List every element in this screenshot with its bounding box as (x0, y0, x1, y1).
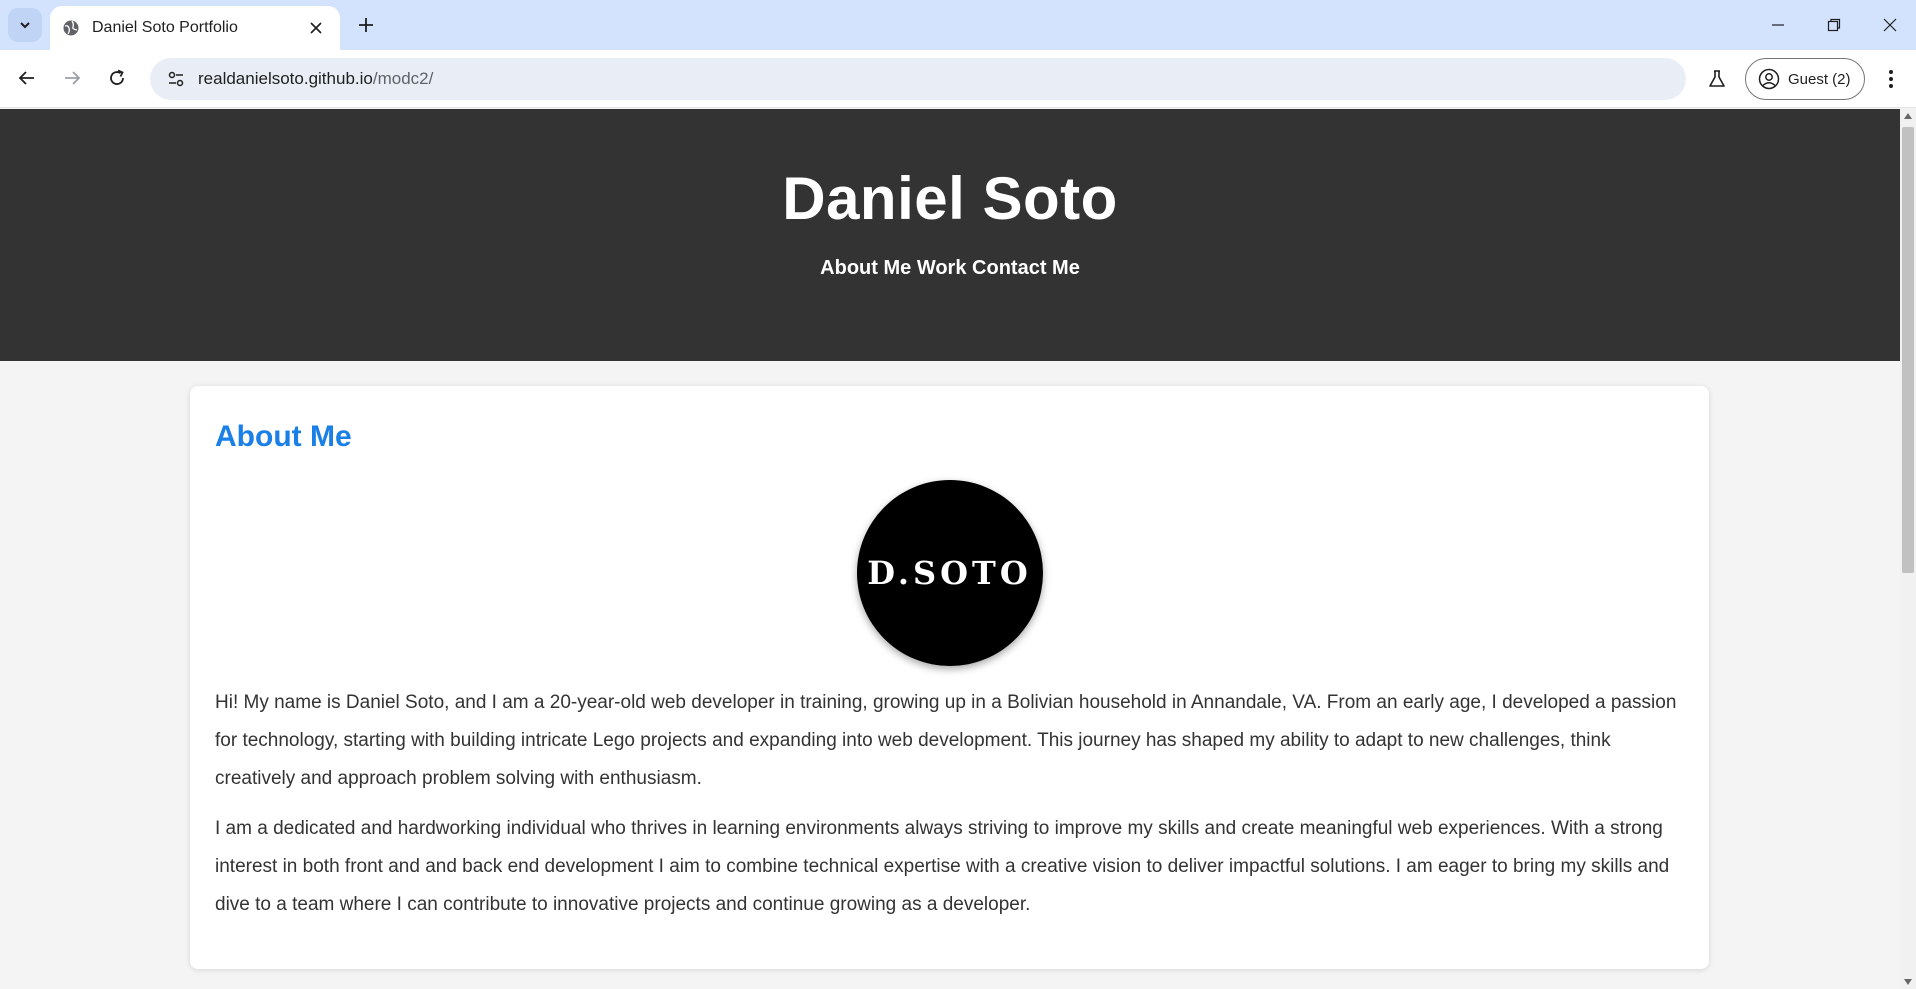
about-paragraph-2: I am a dedicated and hardworking individ… (215, 818, 1670, 915)
logo-wrapper: D.SOTO (215, 480, 1684, 666)
about-section: About Me D.SOTO Hi! My name is Daniel So… (190, 386, 1709, 969)
labs-button[interactable] (1700, 62, 1734, 96)
browser-menu-button[interactable] (1876, 62, 1906, 96)
account-icon (1758, 68, 1780, 90)
profile-label: Guest (2) (1788, 70, 1851, 88)
back-button[interactable] (10, 61, 44, 95)
tab-strip: Daniel Soto Portfolio (0, 0, 1916, 50)
site-settings-icon[interactable] (164, 67, 188, 91)
new-tab-button[interactable] (352, 11, 380, 39)
tab-search-button[interactable] (8, 8, 42, 42)
page-scrollbar[interactable] (1900, 109, 1916, 989)
scroll-down-arrow-icon[interactable] (1904, 979, 1912, 985)
forward-button[interactable] (55, 61, 89, 95)
back-arrow-icon (18, 71, 34, 85)
url-host: realdanielsoto.github.io (198, 69, 373, 88)
minimize-icon (1772, 24, 1784, 26)
nav-link-about-me[interactable]: About Me (820, 257, 911, 279)
reload-icon (110, 69, 124, 85)
about-paragraph-1: Hi! My name is Daniel Soto, and I am a 2… (215, 692, 1677, 789)
url-path: /modc2/ (372, 69, 434, 88)
flask-icon (1709, 70, 1725, 87)
minimize-button[interactable] (1750, 0, 1806, 50)
restore-button[interactable] (1806, 0, 1862, 50)
site-header: Daniel Soto About Me Work Contact Me (0, 109, 1900, 361)
scroll-up-arrow-icon[interactable] (1904, 113, 1912, 119)
restore-icon (1827, 18, 1841, 32)
profile-button[interactable]: Guest (2) (1745, 58, 1865, 100)
logo-text: D.SOTO (867, 554, 1032, 592)
plus-icon (359, 18, 373, 32)
scrollbar-thumb[interactable] (1902, 127, 1914, 573)
reload-button[interactable] (100, 61, 134, 95)
tab-title: Daniel Soto Portfolio (92, 19, 238, 36)
close-window-button[interactable] (1862, 0, 1916, 50)
browser-tab[interactable]: Daniel Soto Portfolio (50, 6, 340, 50)
section-heading: About Me (215, 420, 352, 453)
url-text: realdanielsoto.github.io/modc2/ (198, 69, 433, 89)
page-viewport: Daniel Soto About Me Work Contact Me Abo… (0, 109, 1900, 989)
site-nav: About Me Work Contact Me (0, 257, 1900, 280)
chevron-down-icon (20, 22, 30, 29)
nav-link-contact-me[interactable]: Contact Me (972, 257, 1080, 279)
forward-arrow-icon (65, 71, 81, 85)
nav-link-work[interactable]: Work (917, 257, 967, 279)
globe-icon (62, 19, 80, 37)
more-vert-icon (1889, 70, 1893, 88)
profile-logo: D.SOTO (856, 480, 1043, 666)
close-icon (1883, 18, 1897, 32)
address-bar[interactable]: realdanielsoto.github.io/modc2/ (150, 58, 1686, 100)
browser-toolbar: realdanielsoto.github.io/modc2/ Guest (2… (0, 50, 1916, 108)
tab-close-icon[interactable] (304, 16, 328, 40)
site-title: Daniel Soto (782, 165, 1118, 232)
